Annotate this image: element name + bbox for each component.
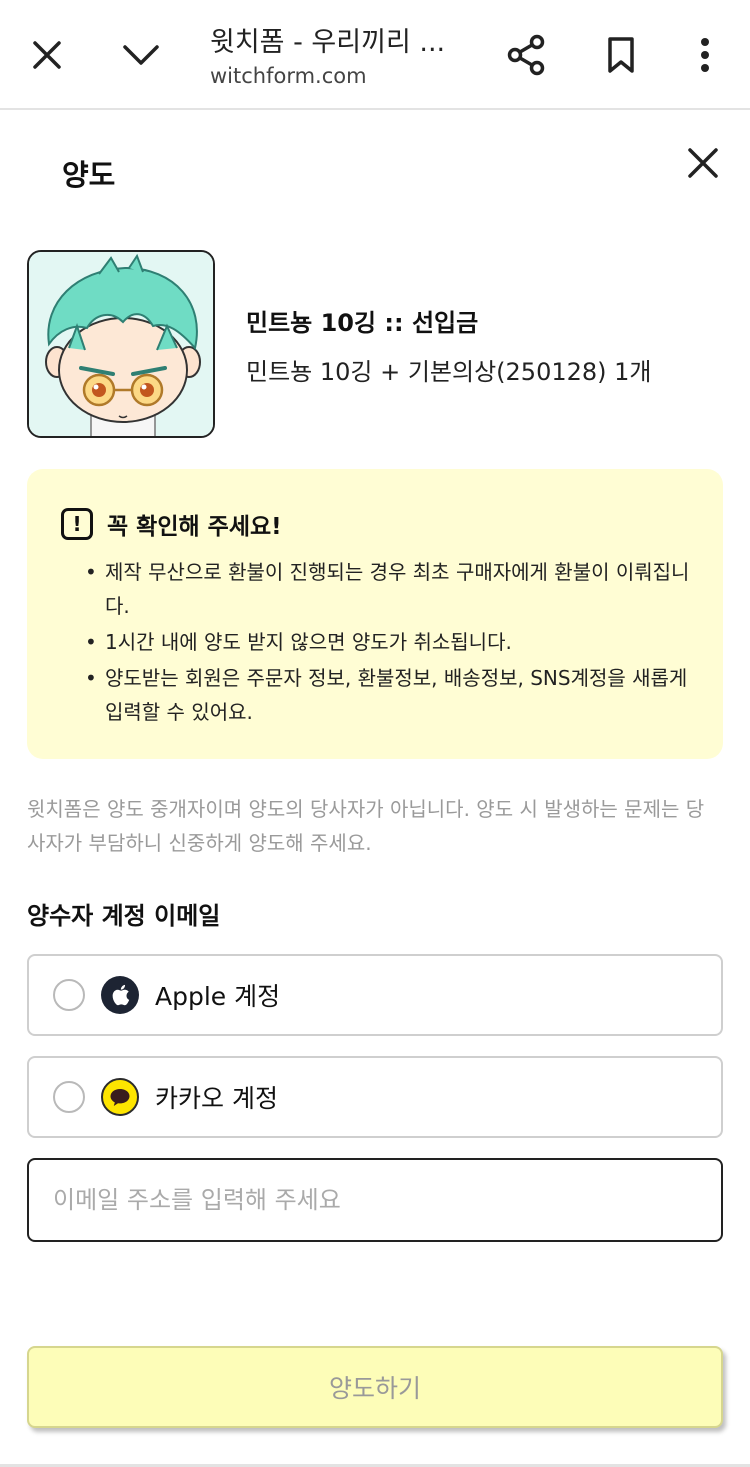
page-title: 양도 [62, 158, 116, 192]
close-icon[interactable] [680, 140, 726, 186]
tab-title: 윗치폼 - 우리끼리 ... [210, 27, 446, 58]
disclaimer-text: 윗치폼은 양도 중개자이며 양도의 당사자가 아닙니다. 양도 시 발생하는 문… [27, 797, 705, 855]
apple-account-label: Apple 계정 [155, 982, 281, 1011]
close-tab-icon[interactable] [20, 28, 74, 82]
product-name: 민트뇽 10깅 :: 선입금 [246, 309, 479, 337]
product-thumbnail [27, 250, 215, 438]
bookmark-icon[interactable] [594, 28, 648, 82]
notice-title: 꼭 확인해 주세요! [107, 514, 282, 540]
chevron-down-icon[interactable] [114, 28, 168, 82]
notice-item: 제작 무산으로 환불이 진행되는 경우 최초 구매자에게 환불이 이뤄집니다. [85, 555, 695, 623]
product-option: 민트뇽 10깅 + 기본의상(250128) 1개 [246, 358, 652, 386]
kakao-account-label: 카카오 계정 [155, 1084, 278, 1113]
notice-item: 양도받는 회원은 주문자 정보, 환불정보, 배송정보, SNS계정을 새롭게 … [85, 661, 695, 729]
page-url[interactable]: witchform.com [210, 64, 367, 88]
kakao-icon [101, 1078, 139, 1116]
kakao-account-option[interactable]: 카카오 계정 [27, 1056, 723, 1138]
apple-account-option[interactable]: Apple 계정 [27, 954, 723, 1036]
notice-item: 1시간 내에 양도 받지 않으면 양도가 취소됩니다. [85, 625, 695, 659]
transfer-submit-button[interactable]: 양도하기 [27, 1346, 723, 1428]
notice-header: ! 꼭 확인해 주세요! [61, 507, 282, 541]
share-icon[interactable] [499, 28, 553, 82]
more-vert-icon[interactable] [678, 28, 732, 82]
warning-icon: ! [61, 508, 93, 540]
apple-icon [101, 976, 139, 1014]
recipient-email-label: 양수자 계정 이메일 [27, 902, 221, 930]
browser-toolbar: 윗치폼 - 우리끼리 ... witchform.com [0, 0, 750, 110]
notice-list: 제작 무산으로 환불이 진행되는 경우 최초 구매자에게 환불이 이뤄집니다. … [85, 555, 695, 731]
notice-box: ! 꼭 확인해 주세요! 제작 무산으로 환불이 진행되는 경우 최초 구매자에… [27, 469, 723, 759]
apple-radio[interactable] [53, 979, 85, 1011]
email-input[interactable] [27, 1158, 723, 1242]
kakao-radio[interactable] [53, 1081, 85, 1113]
